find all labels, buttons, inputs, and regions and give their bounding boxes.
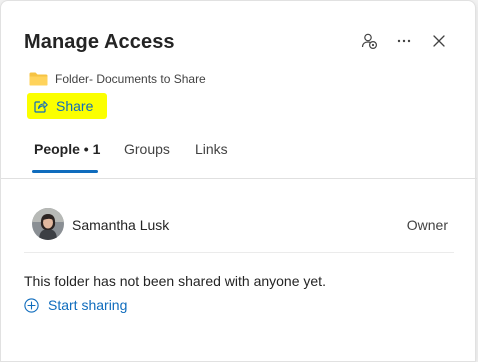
add-person-icon (361, 33, 378, 50)
panel-title: Manage Access (24, 31, 175, 53)
tab-people-label: People • 1 (34, 141, 101, 157)
not-shared-message: This folder has not been shared with any… (24, 273, 326, 289)
manage-permissions-button[interactable] (357, 29, 381, 53)
tab-people[interactable]: People • 1 (34, 141, 100, 173)
avatar (32, 208, 64, 240)
folder-icon (29, 72, 48, 86)
share-label: Share (56, 98, 94, 114)
manage-access-panel: Manage Access Folder- Documents to Share (0, 0, 477, 362)
more-options-button[interactable] (392, 29, 416, 53)
folder-name: Folder- Documents to Share (55, 72, 206, 86)
tab-groups[interactable]: Groups (124, 141, 170, 173)
close-button[interactable] (427, 29, 451, 53)
start-sharing-link[interactable]: Start sharing (24, 296, 127, 314)
tabs-divider (1, 178, 477, 179)
person-name: Samantha Lusk (72, 217, 170, 233)
person-row[interactable]: Samantha Lusk Owner (24, 206, 454, 253)
share-icon (34, 100, 48, 113)
tab-groups-label: Groups (124, 141, 170, 157)
person-role: Owner (406, 217, 448, 233)
close-icon (433, 35, 445, 47)
person-photo-icon (32, 208, 64, 240)
folder-info: Folder- Documents to Share (29, 71, 206, 87)
tab-links[interactable]: Links (195, 141, 228, 173)
active-tab-indicator (32, 170, 98, 173)
more-options-icon (397, 39, 411, 43)
share-button[interactable]: Share (27, 93, 107, 119)
tab-links-label: Links (195, 141, 228, 157)
start-sharing-label: Start sharing (48, 297, 128, 313)
add-circle-icon (24, 297, 39, 313)
